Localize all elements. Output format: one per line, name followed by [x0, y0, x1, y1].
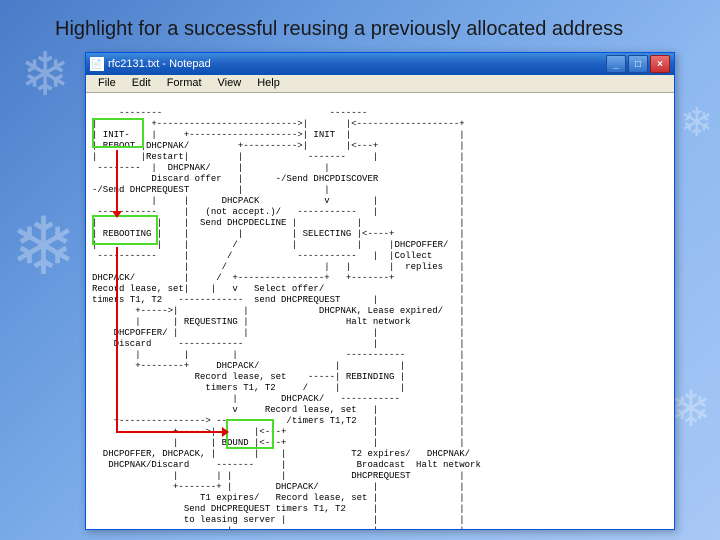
menu-view[interactable]: View [210, 75, 250, 92]
text-content[interactable]: -------- ------- | | +------------------… [86, 93, 674, 529]
minimize-button[interactable]: _ [606, 55, 626, 73]
menu-edit[interactable]: Edit [124, 75, 159, 92]
titlebar[interactable]: 📄 rfc2131.txt - Notepad _ □ × [86, 53, 674, 75]
close-button[interactable]: × [650, 55, 670, 73]
app-icon: 📄 [90, 57, 104, 71]
menu-format[interactable]: Format [159, 75, 210, 92]
window-title: rfc2131.txt - Notepad [108, 58, 604, 70]
slide-title: Highlight for a successful reusing a pre… [55, 18, 623, 41]
diagram-ascii: -------- ------- | | +------------------… [92, 108, 481, 529]
menu-help[interactable]: Help [249, 75, 288, 92]
notepad-window: 📄 rfc2131.txt - Notepad _ □ × File Edit … [85, 52, 675, 530]
maximize-button[interactable]: □ [628, 55, 648, 73]
menu-file[interactable]: File [90, 75, 124, 92]
menu-bar: File Edit Format View Help [86, 75, 674, 93]
